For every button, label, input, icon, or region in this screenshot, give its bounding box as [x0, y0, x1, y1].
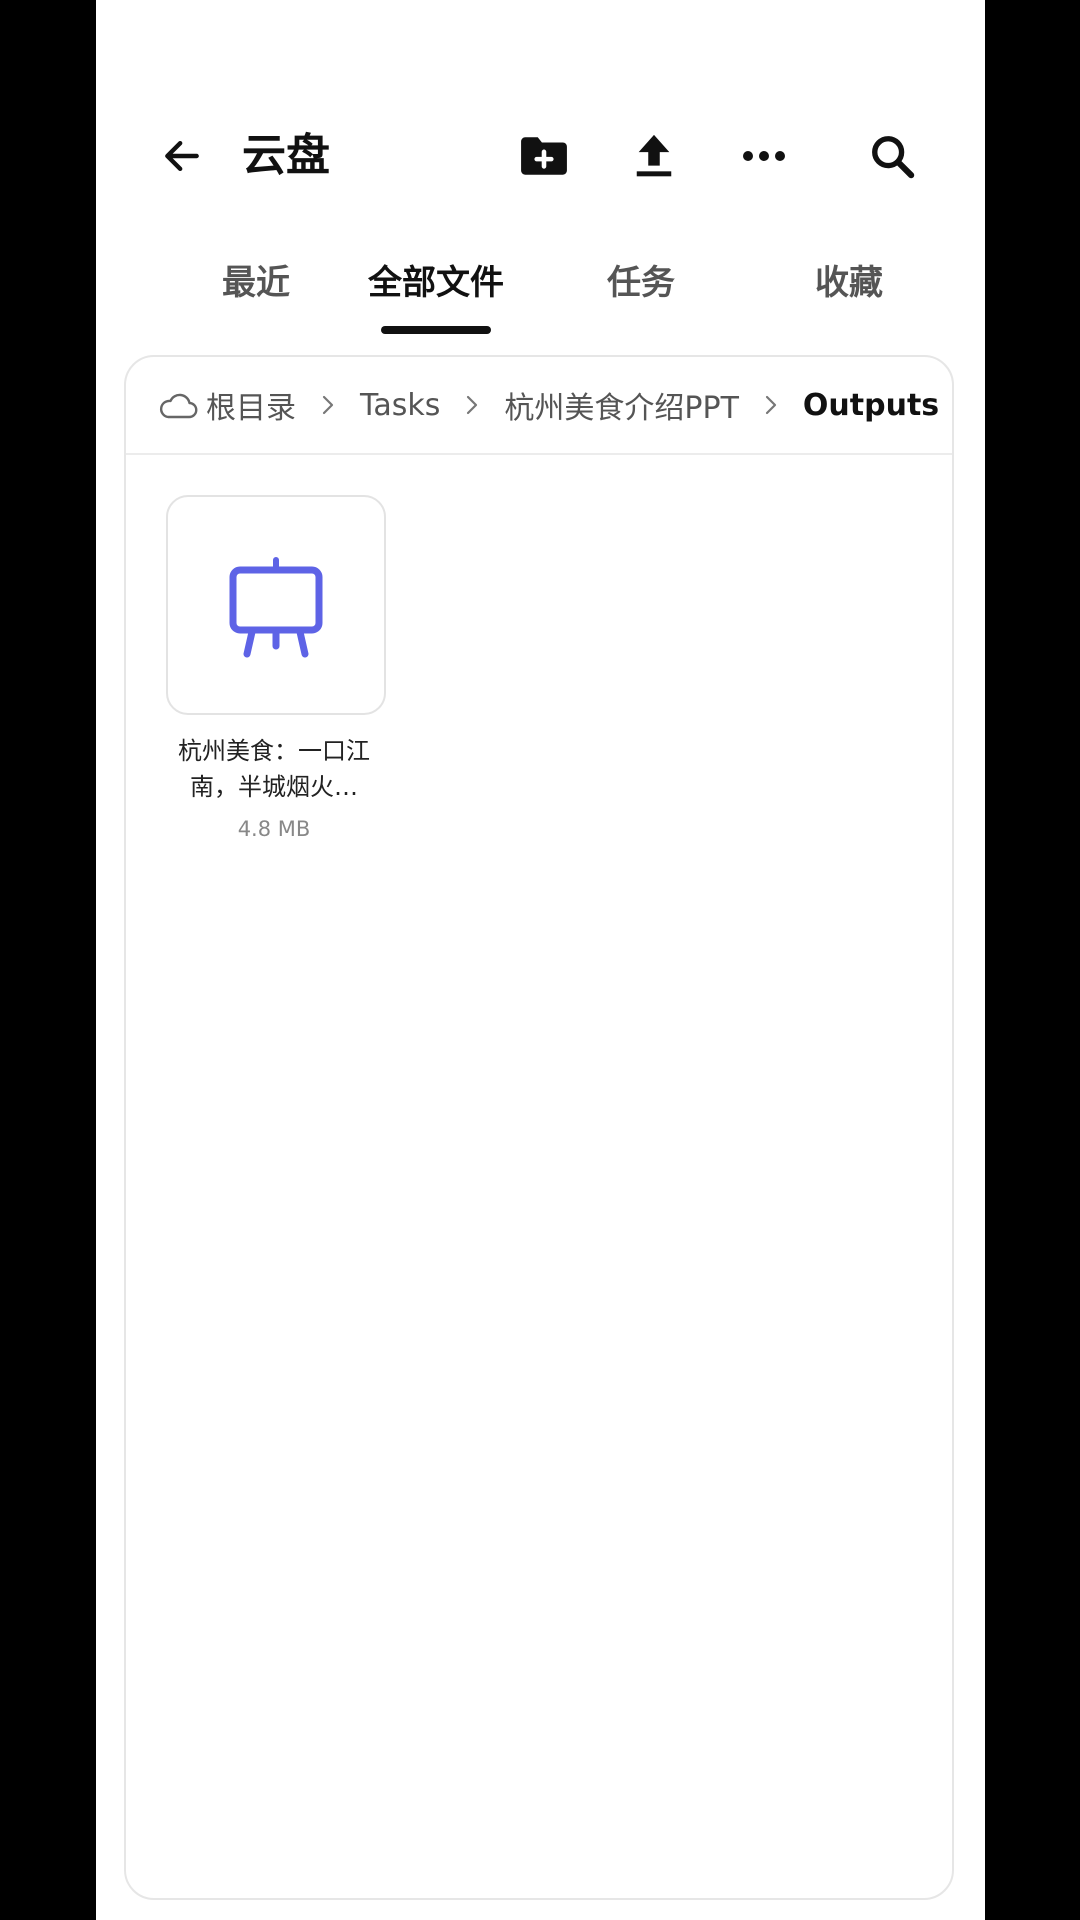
- chevron-right-icon: [459, 390, 485, 420]
- upload-button[interactable]: [626, 128, 682, 184]
- app-screen: 云盘 最近 全部文件 任务 收藏 根目录 Tasks 杭州美食介绍PPT Out…: [96, 0, 985, 1920]
- breadcrumb-tasks[interactable]: Tasks: [360, 388, 440, 423]
- tab-bar: 最近 全部文件 任务 收藏: [96, 250, 985, 340]
- page-title: 云盘: [242, 130, 330, 181]
- tab-tasks[interactable]: 任务: [576, 258, 706, 308]
- file-item[interactable]: 杭州美食：一口江南，半城烟火… 4.8 MB: [166, 495, 386, 841]
- new-folder-button[interactable]: [516, 128, 572, 184]
- back-button[interactable]: [154, 128, 210, 184]
- breadcrumb-project[interactable]: 杭州美食介绍PPT: [504, 383, 739, 427]
- chevron-right-icon: [758, 390, 784, 420]
- upload-icon: [636, 134, 672, 177]
- file-thumbnail: [166, 495, 386, 715]
- presentation-easel-icon: [229, 557, 323, 658]
- arrow-left-icon: [165, 140, 199, 172]
- breadcrumb: 根目录 Tasks 杭州美食介绍PPT Outputs: [126, 357, 952, 455]
- chevron-right-icon: [315, 390, 341, 420]
- file-size: 4.8 MB: [237, 817, 311, 841]
- breadcrumb-root[interactable]: 根目录: [206, 383, 296, 427]
- breadcrumb-current: Outputs: [802, 387, 940, 423]
- more-horizontal-icon: [743, 151, 785, 161]
- tab-recent[interactable]: 最近: [191, 258, 321, 308]
- search-button[interactable]: [864, 128, 920, 184]
- search-icon: [872, 136, 915, 179]
- cloud-icon: [158, 390, 198, 420]
- folder-plus-icon: [521, 137, 567, 175]
- more-button[interactable]: [736, 128, 792, 184]
- top-app-bar: 云盘: [96, 100, 985, 212]
- file-panel: 根目录 Tasks 杭州美食介绍PPT Outputs 杭州美食：一口江南，半城…: [124, 355, 954, 1900]
- tab-favorites[interactable]: 收藏: [784, 258, 914, 308]
- file-name: 杭州美食：一口江南，半城烟火…: [178, 737, 370, 801]
- active-tab-indicator: [381, 326, 491, 334]
- tab-all-files[interactable]: 全部文件: [361, 258, 511, 308]
